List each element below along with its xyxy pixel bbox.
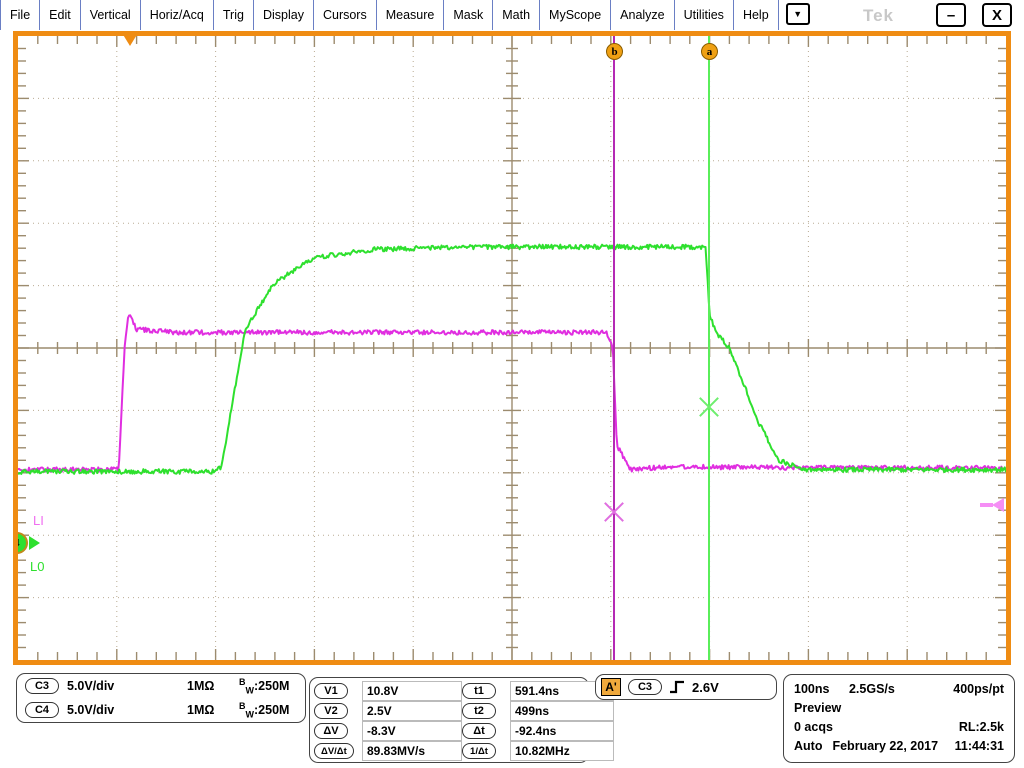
cursor-b-badge[interactable]: b	[606, 43, 623, 60]
menu-item-trig[interactable]: Trig	[214, 0, 254, 30]
menu-item-help[interactable]: Help	[734, 0, 779, 30]
channel-label-li: LI	[33, 513, 44, 528]
trigger-source-badge[interactable]: A'	[601, 678, 621, 696]
cursor-t2-label: t2	[462, 703, 496, 719]
trigger-level-value: 2.6V	[692, 680, 719, 695]
menu-item-edit[interactable]: Edit	[40, 0, 81, 30]
waveform-traces	[18, 36, 1006, 660]
channel-row-c3[interactable]: C3 5.0V/div 1MΩ BW:250M	[17, 674, 305, 698]
ground-reference-arrow[interactable]	[29, 536, 40, 550]
cursor-v1-label-cell: V1	[314, 681, 362, 701]
cursor-v1-label: V1	[314, 683, 348, 699]
timebase-row-clock: Auto February 22, 2017 11:44:31	[794, 736, 1004, 755]
menu-item-horiz-acq[interactable]: Horiz/Acq	[141, 0, 214, 30]
cursor-v1-value: 10.8V	[362, 681, 462, 701]
chevron-down-icon[interactable]: ▼	[786, 3, 810, 25]
cursor-a-badge[interactable]: a	[701, 43, 718, 60]
minimize-button[interactable]: –	[936, 3, 966, 27]
cursor-dv-value: -8.3V	[362, 721, 462, 741]
timebase-state: Preview	[794, 701, 841, 715]
menu-item-myscope[interactable]: MyScope	[540, 0, 611, 30]
cursor-t1-label: t1	[462, 683, 496, 699]
timebase-sample-rate: 2.5GS/s	[849, 682, 953, 696]
timebase-record-length: RL:2.5k	[833, 720, 1004, 734]
trigger-channel-badge[interactable]: C3	[628, 679, 662, 695]
cursor-slope-label-cell: ΔV/Δt	[314, 741, 362, 761]
waveform-graticule[interactable]: b a 4 LI L0	[13, 31, 1011, 665]
menu-item-vertical[interactable]: Vertical	[81, 0, 141, 30]
cursor-dt-label: Δt	[462, 723, 496, 739]
level-arrow-icon[interactable]	[992, 498, 1004, 512]
trigger-panel[interactable]: A' C3 2.6V	[595, 674, 777, 700]
cursor-t2-value: 499ns	[510, 701, 614, 721]
cursor-slope-label: ΔV/Δt	[314, 743, 354, 759]
bw-value-c4: :250M	[254, 703, 289, 717]
timebase-acq-count: 0 acqs	[794, 720, 833, 734]
channel-c4-scale: 5.0V/div	[67, 703, 187, 717]
cursor-v2-value: 2.5V	[362, 701, 462, 721]
rising-edge-icon	[669, 680, 685, 694]
timebase-row-acqs: 0 acqs RL:2.5k	[794, 717, 1004, 736]
trigger-position-marker[interactable]	[122, 36, 138, 46]
channel-c4-badge[interactable]: C4	[25, 702, 59, 718]
channel-settings-panel[interactable]: C3 5.0V/div 1MΩ BW:250M C4 5.0V/div 1MΩ …	[16, 673, 306, 723]
timebase-resolution: 400ps/pt	[953, 682, 1004, 696]
cursor-t2-label-cell: t2	[462, 701, 510, 721]
channel-c3-bandwidth: BW:250M	[239, 677, 289, 696]
timebase-date: February 22, 2017	[832, 739, 938, 753]
bw-value-c3: :250M	[254, 679, 289, 693]
graticule-inner: b a 4 LI L0	[18, 36, 1006, 660]
cursor-b-marker[interactable]	[601, 499, 627, 525]
menu-item-math[interactable]: Math	[493, 0, 540, 30]
timebase-panel[interactable]: 100ns 2.5GS/s 400ps/pt Preview 0 acqs RL…	[783, 674, 1015, 763]
cursor-readout-panel[interactable]: V1 10.8V t1 591.4ns V2 2.5V t2 499ns ΔV …	[309, 677, 589, 763]
cursor-t1-label-cell: t1	[462, 681, 510, 701]
timebase-mode: Auto	[794, 739, 822, 753]
cursor-dt-label-cell: Δt	[462, 721, 510, 741]
menu-item-mask[interactable]: Mask	[444, 0, 493, 30]
tek-logo: Tek	[863, 6, 894, 26]
channel-c3-impedance: 1MΩ	[187, 679, 239, 693]
cursor-freq-label-cell: 1/Δt	[462, 741, 510, 761]
cursor-v2-label: V2	[314, 703, 348, 719]
cursor-freq-value: 10.82MHz	[510, 741, 614, 761]
cursor-dv-label-cell: ΔV	[314, 721, 362, 741]
level-arrow-tail	[980, 503, 993, 507]
menu-item-analyze[interactable]: Analyze	[611, 0, 674, 30]
menu-item-utilities[interactable]: Utilities	[675, 0, 734, 30]
channel-c3-badge[interactable]: C3	[25, 678, 59, 694]
menu-item-display[interactable]: Display	[254, 0, 314, 30]
timebase-row-acquisition: 100ns 2.5GS/s 400ps/pt	[794, 679, 1004, 698]
waveform-trace-l0	[18, 245, 1006, 474]
cursor-freq-label: 1/Δt	[462, 743, 496, 759]
oscilloscope-app: File Edit Vertical Horiz/Acq Trig Displa…	[0, 0, 1024, 768]
menu-item-file[interactable]: File	[0, 0, 40, 30]
cursor-dt-value: -92.4ns	[510, 721, 614, 741]
waveform-trace-li	[18, 315, 1006, 472]
channel-label-l0: L0	[30, 559, 44, 574]
cursor-v2-label-cell: V2	[314, 701, 362, 721]
cursor-dv-label: ΔV	[314, 723, 348, 739]
cursor-a-marker[interactable]	[696, 394, 722, 420]
cursor-b-line[interactable]	[613, 36, 615, 660]
channel-c4-bandwidth: BW:250M	[239, 701, 289, 720]
menu-item-measure[interactable]: Measure	[377, 0, 445, 30]
menu-item-cursors[interactable]: Cursors	[314, 0, 377, 30]
timebase-time-per-div: 100ns	[794, 682, 849, 696]
channel-c3-scale: 5.0V/div	[67, 679, 187, 693]
close-button[interactable]: X	[982, 3, 1012, 27]
bw-sub-c4: W	[246, 709, 255, 719]
cursor-slope-value: 89.83MV/s	[362, 741, 462, 761]
cursor-a-line[interactable]	[708, 36, 710, 660]
bw-sub-c3: W	[246, 685, 255, 695]
cursor-readout-grid: V1 10.8V t1 591.4ns V2 2.5V t2 499ns ΔV …	[314, 681, 584, 761]
channel-c4-impedance: 1MΩ	[187, 703, 239, 717]
timebase-row-state: Preview	[794, 698, 1004, 717]
timebase-time: 11:44:31	[955, 739, 1004, 753]
channel-row-c4[interactable]: C4 5.0V/div 1MΩ BW:250M	[17, 698, 305, 722]
trigger-row: A' C3 2.6V	[596, 675, 776, 699]
